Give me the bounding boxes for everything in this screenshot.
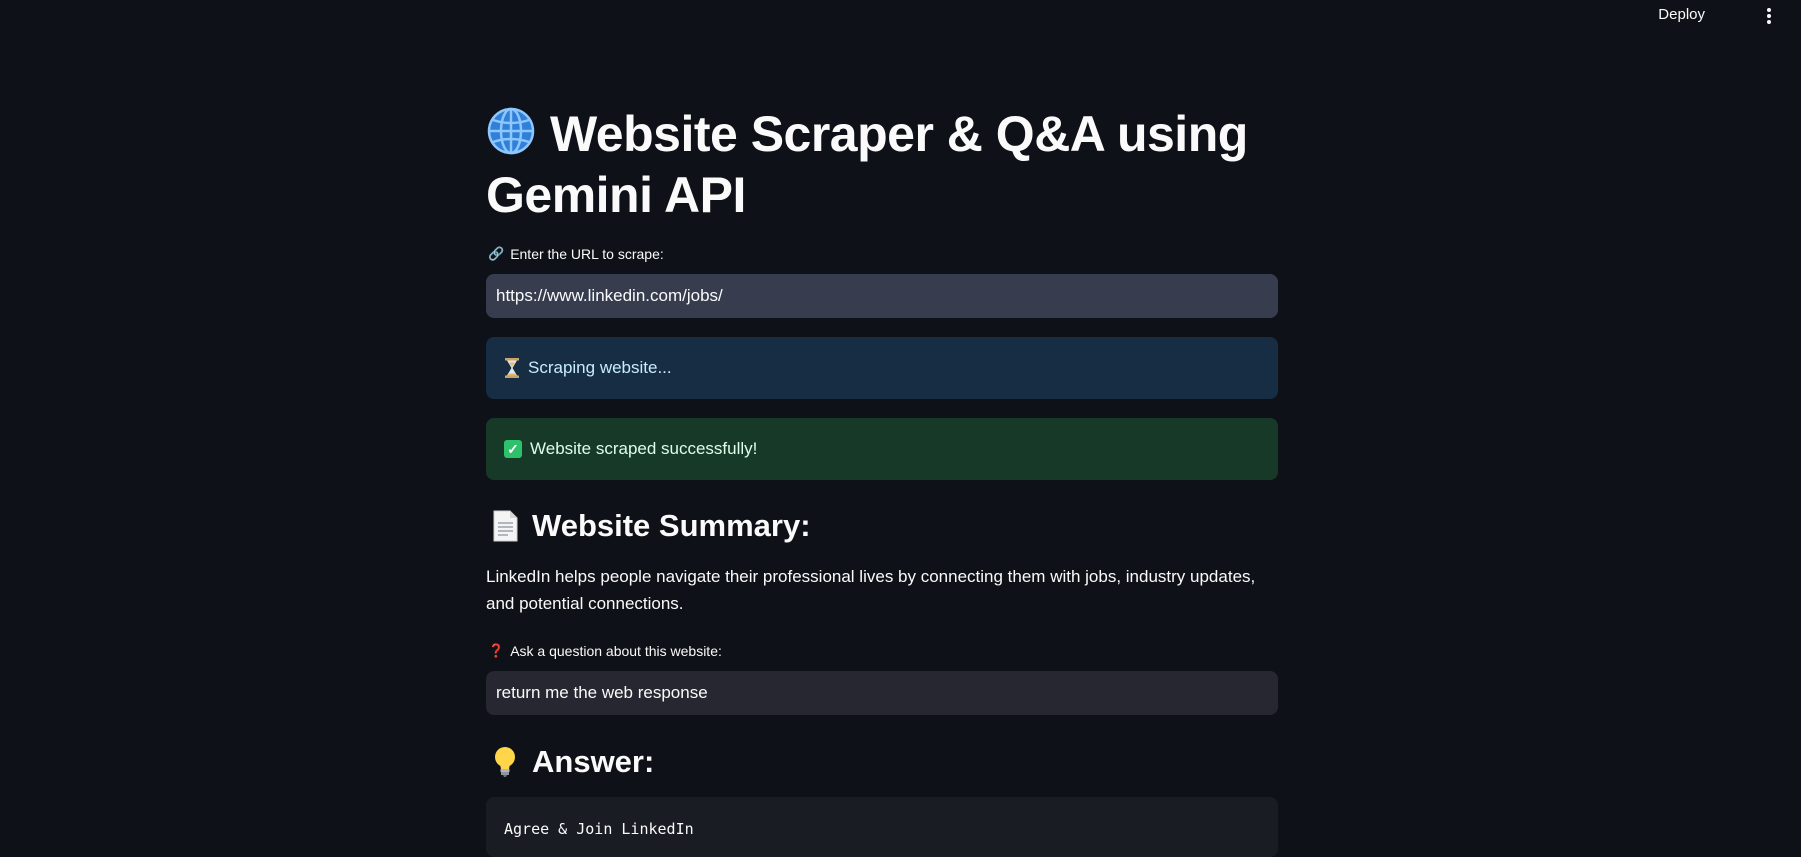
url-field-label-text: Enter the URL to scrape: <box>510 246 664 262</box>
answer-heading: Answer: <box>492 742 654 782</box>
question-mark-icon: ❓ <box>488 643 505 658</box>
answer-text: Agree & Join LinkedIn <box>504 820 694 838</box>
summary-heading: Website Summary: <box>492 506 811 546</box>
globe-icon <box>487 107 535 155</box>
url-input[interactable]: https://www.linkedin.com/jobs/ <box>486 274 1278 318</box>
page-title-text: Website Scraper & Q&A using Gemini API <box>486 106 1248 223</box>
page-title: Website Scraper & Q&A using Gemini API <box>486 104 1278 226</box>
success-alert: ✓ Website scraped successfully! <box>486 418 1278 480</box>
info-alert: Scraping website... <box>486 337 1278 399</box>
kebab-menu-icon[interactable] <box>1762 4 1776 26</box>
summary-text: LinkedIn helps people navigate their pro… <box>486 567 1256 613</box>
question-field-label-text: Ask a question about this website: <box>510 643 722 659</box>
success-alert-text: Website scraped successfully! <box>530 439 758 458</box>
link-icon: 🔗 <box>488 246 505 261</box>
url-field-label: 🔗 Enter the URL to scrape: <box>488 246 664 262</box>
question-field-label: ❓ Ask a question about this website: <box>488 643 722 659</box>
check-icon: ✓ <box>504 440 522 458</box>
summary-heading-text: Website Summary: <box>532 508 811 543</box>
hourglass-icon <box>505 358 519 378</box>
lightbulb-icon <box>495 747 515 777</box>
deploy-button[interactable]: Deploy <box>1658 6 1705 23</box>
info-alert-text: Scraping website... <box>528 358 672 377</box>
answer-heading-text: Answer: <box>532 744 655 779</box>
question-input[interactable]: return me the web response <box>486 671 1278 715</box>
document-icon <box>493 510 518 542</box>
top-toolbar: Deploy <box>0 0 1801 32</box>
answer-code-block: Agree & Join LinkedIn <box>486 797 1278 857</box>
